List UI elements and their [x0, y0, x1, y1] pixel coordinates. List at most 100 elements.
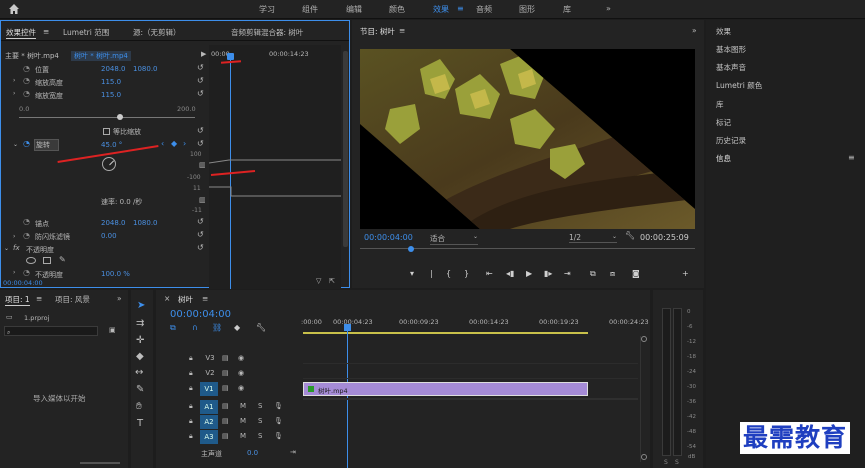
reset-icon[interactable]: ↺	[197, 63, 204, 72]
sync-lock-icon[interactable]: ▤	[222, 384, 229, 392]
opacity-value[interactable]: 100.0 %	[101, 270, 130, 278]
more-panels-icon[interactable]: »	[117, 294, 122, 303]
track-label[interactable]: V3	[203, 354, 217, 362]
add-marker-icon[interactable]: ◆	[234, 323, 240, 332]
go-to-in-icon[interactable]: ⇤	[486, 269, 493, 278]
expand-arrow-icon[interactable]: ›	[13, 90, 15, 97]
add-marker-icon[interactable]: {	[446, 269, 451, 278]
tab-project-1[interactable]: 项目: 1	[5, 294, 30, 306]
stopwatch-icon[interactable]: ◔	[23, 76, 30, 85]
mute-button[interactable]: M	[240, 432, 246, 440]
video-clip[interactable]: 树叶.mp4	[303, 382, 588, 396]
timeline-ruler[interactable]: :00:00 00:00:04:23 00:00:09:23 00:00:14:…	[301, 316, 649, 336]
panel-effects[interactable]: 效果	[716, 26, 731, 37]
rotation-value[interactable]: 45.0 °	[101, 141, 122, 149]
ec-scrollbar[interactable]	[343, 51, 348, 247]
more-workspaces-icon[interactable]: »	[606, 4, 611, 13]
pen-tool-icon[interactable]: ✎	[136, 384, 144, 395]
camera-icon[interactable]: ◙	[632, 269, 640, 278]
program-title[interactable]: 节目: 树叶	[360, 26, 395, 37]
lift-icon[interactable]: ⧉	[590, 269, 596, 279]
track-label[interactable]: A2	[200, 415, 218, 429]
panel-libraries[interactable]: 库	[716, 99, 724, 110]
tab-effects[interactable]: 效果	[433, 4, 449, 15]
linked-selection-icon[interactable]: ⛓︎	[212, 323, 222, 332]
extract-icon[interactable]: ⧈	[610, 269, 615, 279]
position-y-value[interactable]: 1080.0	[133, 65, 158, 73]
import-placeholder[interactable]: 导入媒体以开始	[33, 393, 86, 404]
stopwatch-icon[interactable]: ◔	[23, 139, 30, 148]
reset-icon[interactable]: ↺	[197, 217, 204, 226]
ellipse-mask-icon[interactable]	[26, 257, 36, 264]
step-back-icon[interactable]: ◂▮	[506, 269, 514, 278]
track-select-tool-icon[interactable]: ⇉	[136, 318, 144, 329]
expand-arrow-icon[interactable]: ▶	[201, 50, 206, 58]
program-scrubber[interactable]	[360, 246, 695, 256]
timeline-title[interactable]: 树叶	[178, 294, 193, 305]
master-value[interactable]: 0.0	[247, 449, 258, 457]
sync-lock-icon[interactable]: ▤	[222, 369, 229, 377]
go-to-end-icon[interactable]: ⇥	[290, 448, 296, 456]
reset-icon[interactable]: ↺	[197, 230, 204, 239]
anchor-x-value[interactable]: 2048.0	[101, 219, 126, 227]
rotation-dial[interactable]	[102, 157, 116, 171]
stopwatch-icon[interactable]: ◔	[23, 268, 30, 277]
panel-menu-icon[interactable]: ≡	[848, 153, 855, 162]
stopwatch-icon[interactable]: ◔	[23, 217, 30, 226]
mute-button[interactable]: M	[240, 417, 246, 425]
sync-lock-icon[interactable]: ▤	[222, 417, 229, 425]
mic-icon[interactable]: 🎙︎	[274, 402, 283, 410]
tab-assembly[interactable]: 组件	[302, 4, 318, 15]
panel-essential-sound[interactable]: 基本声音	[716, 62, 746, 73]
more-panels-icon[interactable]: »	[692, 26, 697, 35]
timeline-close-icon[interactable]: ×	[164, 294, 170, 303]
tab-source[interactable]: 源:（无剪辑）	[133, 27, 181, 38]
ec-timecode[interactable]: 00:00:04:00	[3, 279, 43, 287]
tab-color[interactable]: 颜色	[389, 4, 405, 15]
timeline-timecode[interactable]: 00:00:04:00	[170, 309, 231, 320]
ripple-edit-tool-icon[interactable]: ✛	[136, 335, 144, 346]
fit-dropdown[interactable]: 适合 ⌄	[430, 233, 478, 245]
scale-slider[interactable]	[19, 117, 195, 118]
tab-graphics[interactable]: 图形	[519, 4, 535, 15]
razor-tool-icon[interactable]: ◆	[136, 351, 144, 362]
panel-menu-icon[interactable]: ≡	[43, 27, 49, 36]
tab-learn[interactable]: 学习	[259, 4, 275, 15]
lock-icon[interactable]: 🔒︎	[189, 432, 193, 441]
tab-lumetri-scopes[interactable]: Lumetri 范围	[63, 27, 109, 38]
tab-audio[interactable]: 音频	[476, 4, 492, 15]
panel-markers[interactable]: 标记	[716, 117, 731, 128]
reset-icon[interactable]: ↺	[197, 139, 204, 148]
selection-tool-icon[interactable]: ➤	[137, 300, 145, 311]
snap-icon[interactable]: ∩	[192, 323, 198, 332]
stopwatch-icon[interactable]: ◔	[23, 231, 30, 240]
solo-right-button[interactable]: S	[675, 459, 679, 466]
track-label[interactable]: A3	[200, 430, 218, 444]
lock-icon[interactable]: 🔒︎	[189, 369, 193, 378]
position-x-value[interactable]: 2048.0	[101, 65, 126, 73]
tab-menu-icon[interactable]: ≡	[457, 4, 464, 13]
clip-label[interactable]: 树叶 * 树叶.mp4	[71, 51, 131, 61]
mic-icon[interactable]: 🎙︎	[274, 417, 283, 425]
expand-arrow-icon[interactable]: ›	[13, 77, 15, 84]
add-button-icon[interactable]: +	[682, 269, 689, 278]
panel-menu-icon[interactable]: ≡	[399, 26, 405, 35]
playhead-handle[interactable]	[227, 53, 234, 60]
stopwatch-icon[interactable]: ◔	[23, 64, 30, 73]
lock-icon[interactable]: 🔒︎	[189, 354, 193, 363]
sync-lock-icon[interactable]: ▤	[222, 402, 229, 410]
mic-icon[interactable]: 🎙︎	[274, 432, 283, 440]
tab-project-2[interactable]: 项目: 风景	[55, 294, 90, 305]
lock-icon[interactable]: 🔒︎	[189, 384, 193, 393]
video-frame[interactable]	[360, 49, 695, 229]
rect-mask-icon[interactable]	[43, 257, 51, 264]
scale-width-value[interactable]: 115.0	[101, 91, 121, 99]
mute-button[interactable]: M	[240, 402, 246, 410]
value-graph[interactable]	[209, 151, 341, 211]
graph-icon[interactable]: ▥	[199, 161, 206, 169]
master-clip-label[interactable]: 主要 * 树叶.mp4	[5, 51, 59, 61]
reset-icon[interactable]: ↺	[197, 76, 204, 85]
mark-out-icon[interactable]: ❘	[428, 269, 435, 278]
expand-arrow-icon[interactable]: ›	[13, 233, 15, 240]
track-label[interactable]: V2	[203, 369, 217, 377]
